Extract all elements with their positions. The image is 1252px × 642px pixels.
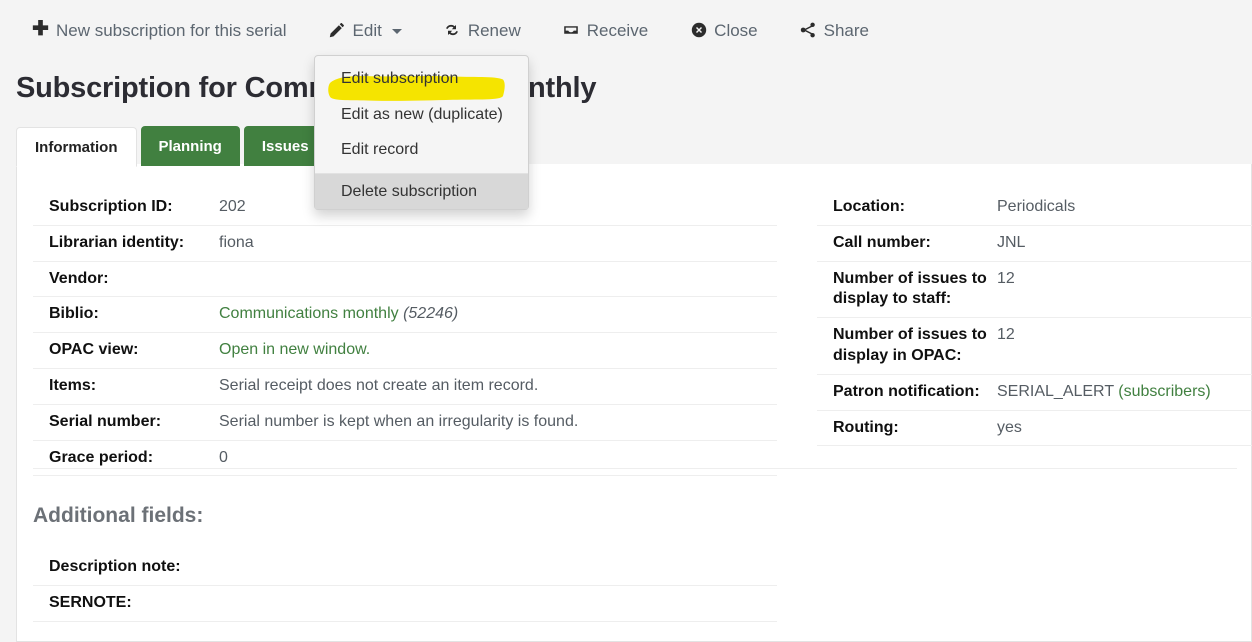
row-value: Open in new window. — [219, 333, 777, 369]
table-row: Items: Serial receipt does not create an… — [33, 368, 777, 404]
tab-information[interactable]: Information — [16, 127, 137, 167]
menu-item-edit-subscription-label: Edit subscription — [341, 70, 458, 87]
row-label: Patron notification: — [817, 374, 997, 410]
row-value: Serial receipt does not create an item r… — [219, 368, 777, 404]
new-subscription-label: New subscription for this serial — [56, 22, 287, 39]
row-value: 0 — [219, 440, 777, 476]
new-subscription-button[interactable]: ✚ New subscription for this serial — [30, 18, 289, 43]
table-row: Call number: JNL — [817, 225, 1252, 261]
row-label: Items: — [33, 368, 219, 404]
table-row: Serial number: Serial number is kept whe… — [33, 404, 777, 440]
subscription-details-right-table: Location: Periodicals Call number: JNL N… — [817, 190, 1252, 446]
table-row: Routing: yes — [817, 410, 1252, 446]
row-label: Subscription ID: — [33, 190, 219, 225]
opac-view-link[interactable]: Open in new window. — [219, 341, 370, 358]
inbox-icon — [563, 22, 580, 39]
row-value: fiona — [219, 225, 777, 261]
tab-bar: Information Planning Issues — [16, 124, 331, 166]
menu-item-delete-subscription[interactable]: Delete subscription — [315, 173, 528, 210]
tab-information-label: Information — [35, 139, 118, 156]
row-label: Call number: — [817, 225, 997, 261]
share-label: Share — [824, 22, 869, 39]
table-row: SERNOTE: — [33, 585, 777, 621]
row-label: Description note: — [33, 550, 777, 585]
row-value: JNL — [997, 225, 1252, 261]
row-value: Communications monthly (52246) — [219, 297, 777, 333]
row-label: Librarian identity: — [33, 225, 219, 261]
section-divider — [33, 468, 1237, 469]
row-label: OPAC view: — [33, 333, 219, 369]
plus-icon: ✚ — [32, 22, 49, 39]
patron-notification-value: SERIAL_ALERT — [997, 383, 1114, 400]
row-value: yes — [997, 410, 1252, 446]
row-label: Biblio: — [33, 297, 219, 333]
edit-dropdown-menu: Edit subscription Edit as new (duplicate… — [314, 55, 529, 210]
table-row: Number of issues to display to staff: 12 — [817, 261, 1252, 318]
action-toolbar: ✚ New subscription for this serial Edit … — [0, 0, 1252, 60]
row-value: SERIAL_ALERT (subscribers) — [997, 374, 1252, 410]
biblio-link[interactable]: Communications monthly — [219, 305, 399, 322]
menu-item-delete-subscription-label: Delete subscription — [341, 183, 477, 200]
table-row: Location: Periodicals — [817, 190, 1252, 225]
row-value: 12 — [997, 318, 1252, 375]
row-value: 12 — [997, 261, 1252, 318]
biblio-number: (52246) — [403, 305, 458, 322]
table-row: OPAC view: Open in new window. — [33, 333, 777, 369]
table-row: Grace period: 0 — [33, 440, 777, 476]
menu-item-edit-subscription[interactable]: Edit subscription — [315, 61, 528, 97]
renew-label: Renew — [468, 22, 521, 39]
chevron-down-icon — [392, 29, 402, 34]
edit-label: Edit — [353, 22, 382, 39]
table-row: Librarian identity: fiona — [33, 225, 777, 261]
subscribers-link[interactable]: (subscribers) — [1118, 383, 1210, 400]
share-button[interactable]: Share — [798, 18, 871, 43]
row-label: Grace period: — [33, 440, 219, 476]
tab-planning[interactable]: Planning — [141, 126, 240, 166]
receive-button[interactable]: Receive — [561, 18, 650, 43]
menu-item-edit-record[interactable]: Edit record — [315, 132, 528, 168]
row-value: Serial number is kept when an irregulari… — [219, 404, 777, 440]
subscription-details-left-table: Subscription ID: 202 Librarian identity:… — [33, 190, 777, 476]
row-label: Vendor: — [33, 261, 219, 297]
information-panel: Subscription ID: 202 Librarian identity:… — [16, 164, 1252, 642]
row-value — [219, 261, 777, 297]
row-label: Serial number: — [33, 404, 219, 440]
row-label: Routing: — [817, 410, 997, 446]
additional-fields-heading: Additional fields: — [33, 504, 203, 528]
table-row: Number of issues to display in OPAC: 12 — [817, 318, 1252, 375]
tab-issues-label: Issues — [262, 138, 309, 155]
renew-button[interactable]: Renew — [442, 18, 523, 43]
additional-fields-table: Description note: SERNOTE: — [33, 550, 777, 622]
menu-item-edit-record-label: Edit record — [341, 141, 418, 158]
row-value: Periodicals — [997, 190, 1252, 225]
tab-planning-label: Planning — [159, 138, 222, 155]
table-row: Patron notification: SERIAL_ALERT (subsc… — [817, 374, 1252, 410]
row-label: Location: — [817, 190, 997, 225]
menu-item-edit-as-new[interactable]: Edit as new (duplicate) — [315, 97, 528, 133]
receive-label: Receive — [587, 22, 648, 39]
table-row: Description note: — [33, 550, 777, 585]
edit-dropdown-button[interactable]: Edit — [327, 18, 404, 43]
row-label: Number of issues to display to staff: — [817, 261, 997, 318]
share-alt-icon — [800, 22, 817, 39]
pencil-icon — [329, 22, 346, 39]
menu-item-edit-as-new-label: Edit as new (duplicate) — [341, 106, 503, 123]
row-label: Number of issues to display in OPAC: — [817, 318, 997, 375]
close-label: Close — [714, 22, 757, 39]
refresh-icon — [444, 22, 461, 39]
table-row: Biblio: Communications monthly (52246) — [33, 297, 777, 333]
row-label: SERNOTE: — [33, 585, 777, 621]
close-button[interactable]: Close — [688, 18, 759, 43]
circle-x-icon — [690, 22, 707, 39]
table-row: Vendor: — [33, 261, 777, 297]
